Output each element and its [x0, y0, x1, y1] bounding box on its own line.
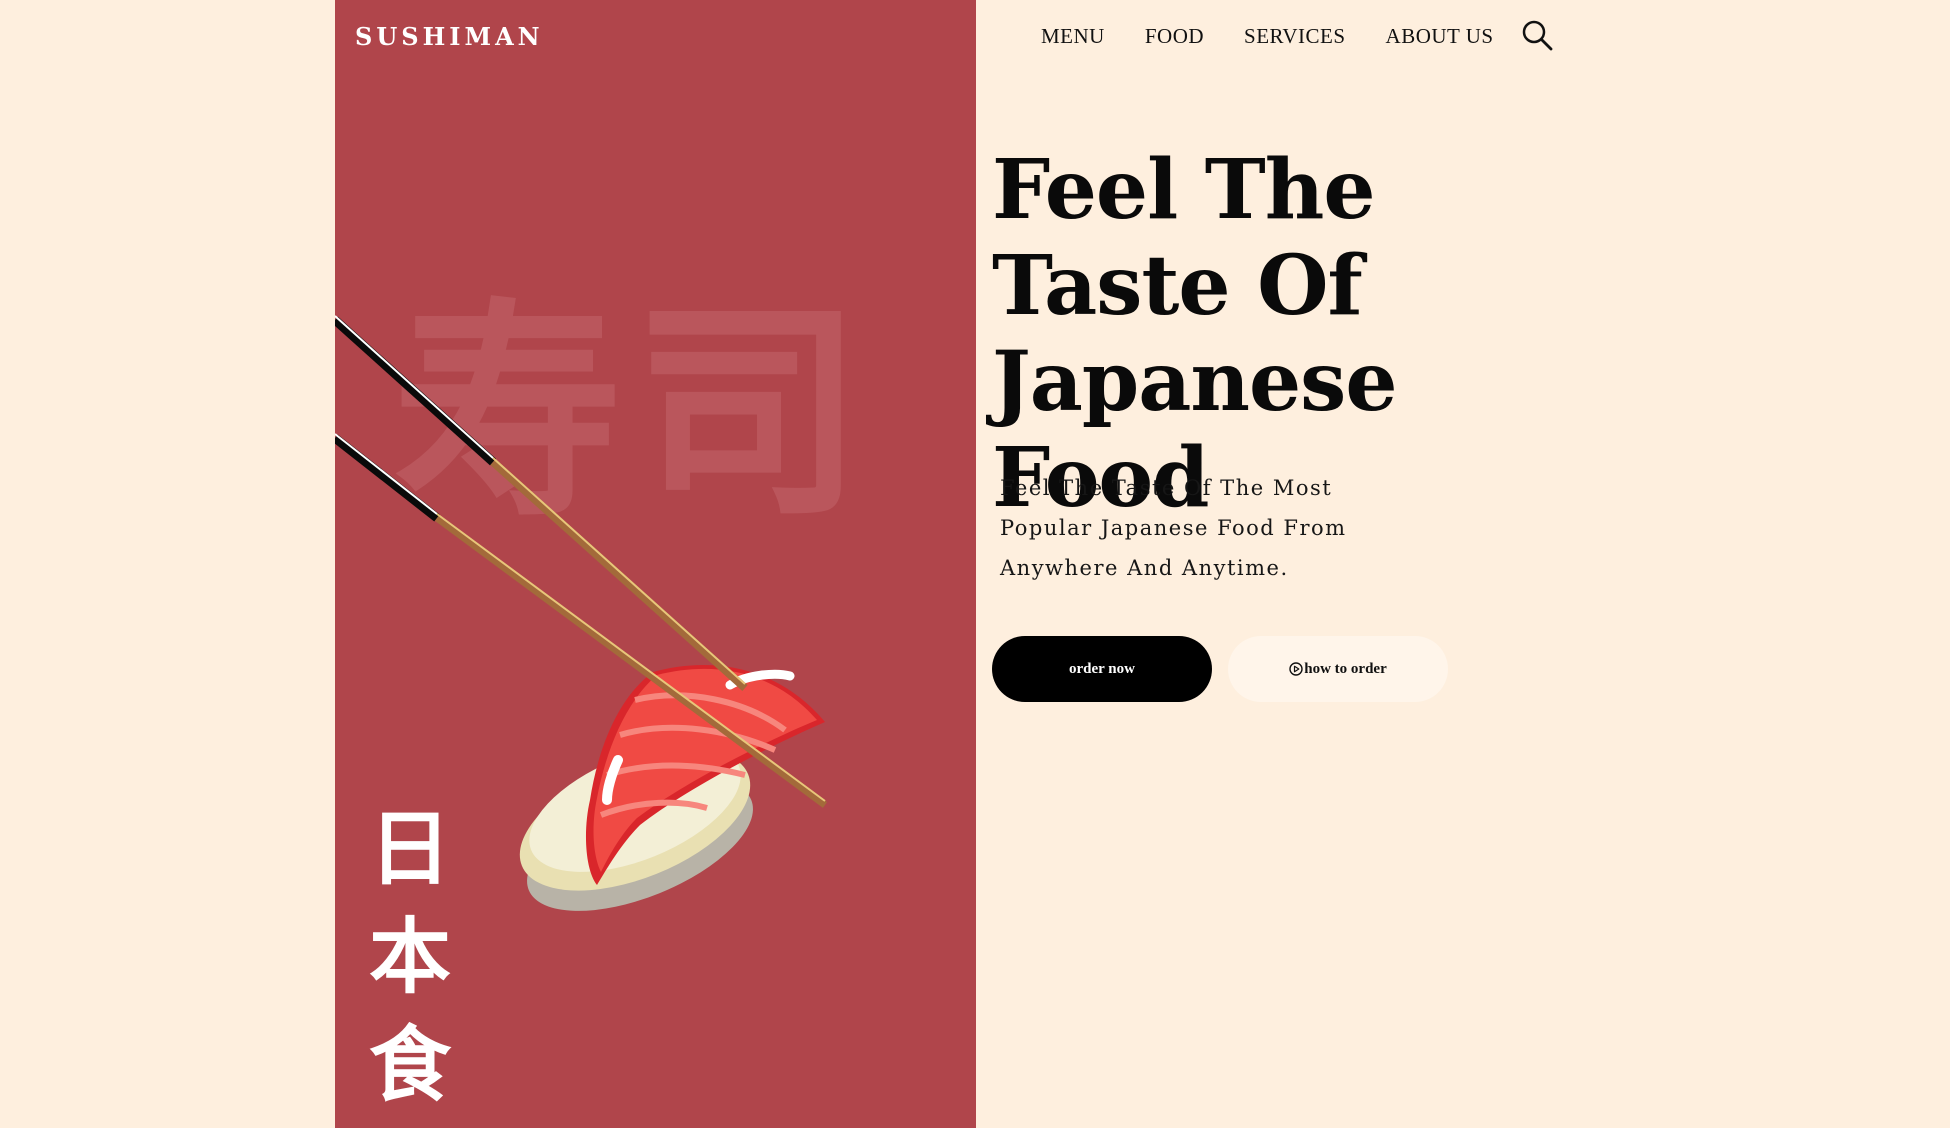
order-now-button[interactable]: order now: [992, 636, 1212, 702]
search-icon[interactable]: [1520, 18, 1554, 52]
nav-item-services[interactable]: SERVICES: [1244, 24, 1346, 49]
hero-description: Feel The Taste Of The Most Popular Japan…: [1000, 476, 1347, 580]
nav-item-food[interactable]: FOOD: [1145, 24, 1204, 49]
how-to-order-button[interactable]: how to order: [1228, 636, 1448, 702]
kanji-char: 本: [368, 910, 451, 1005]
kanji-char: 日: [368, 802, 451, 897]
play-circle-icon: [1289, 662, 1303, 676]
main-nav: MENU FOOD SERVICES ABOUT US: [1041, 24, 1534, 49]
nav-item-menu[interactable]: MENU: [1041, 24, 1105, 49]
vertical-kanji-label: 日 本 食: [365, 796, 455, 1120]
hero-image-panel: SUSHIMAN 寿司 日 本 食: [335, 0, 976, 1128]
how-to-order-label: how to order: [1304, 660, 1387, 677]
order-now-label: order now: [1069, 660, 1135, 677]
landing-page: SUSHIMAN 寿司 日 本 食 MENU FOOD SERVICES ABO…: [0, 0, 1950, 1128]
kanji-char: 食: [368, 1018, 451, 1113]
nav-item-about-us[interactable]: ABOUT US: [1386, 24, 1494, 49]
